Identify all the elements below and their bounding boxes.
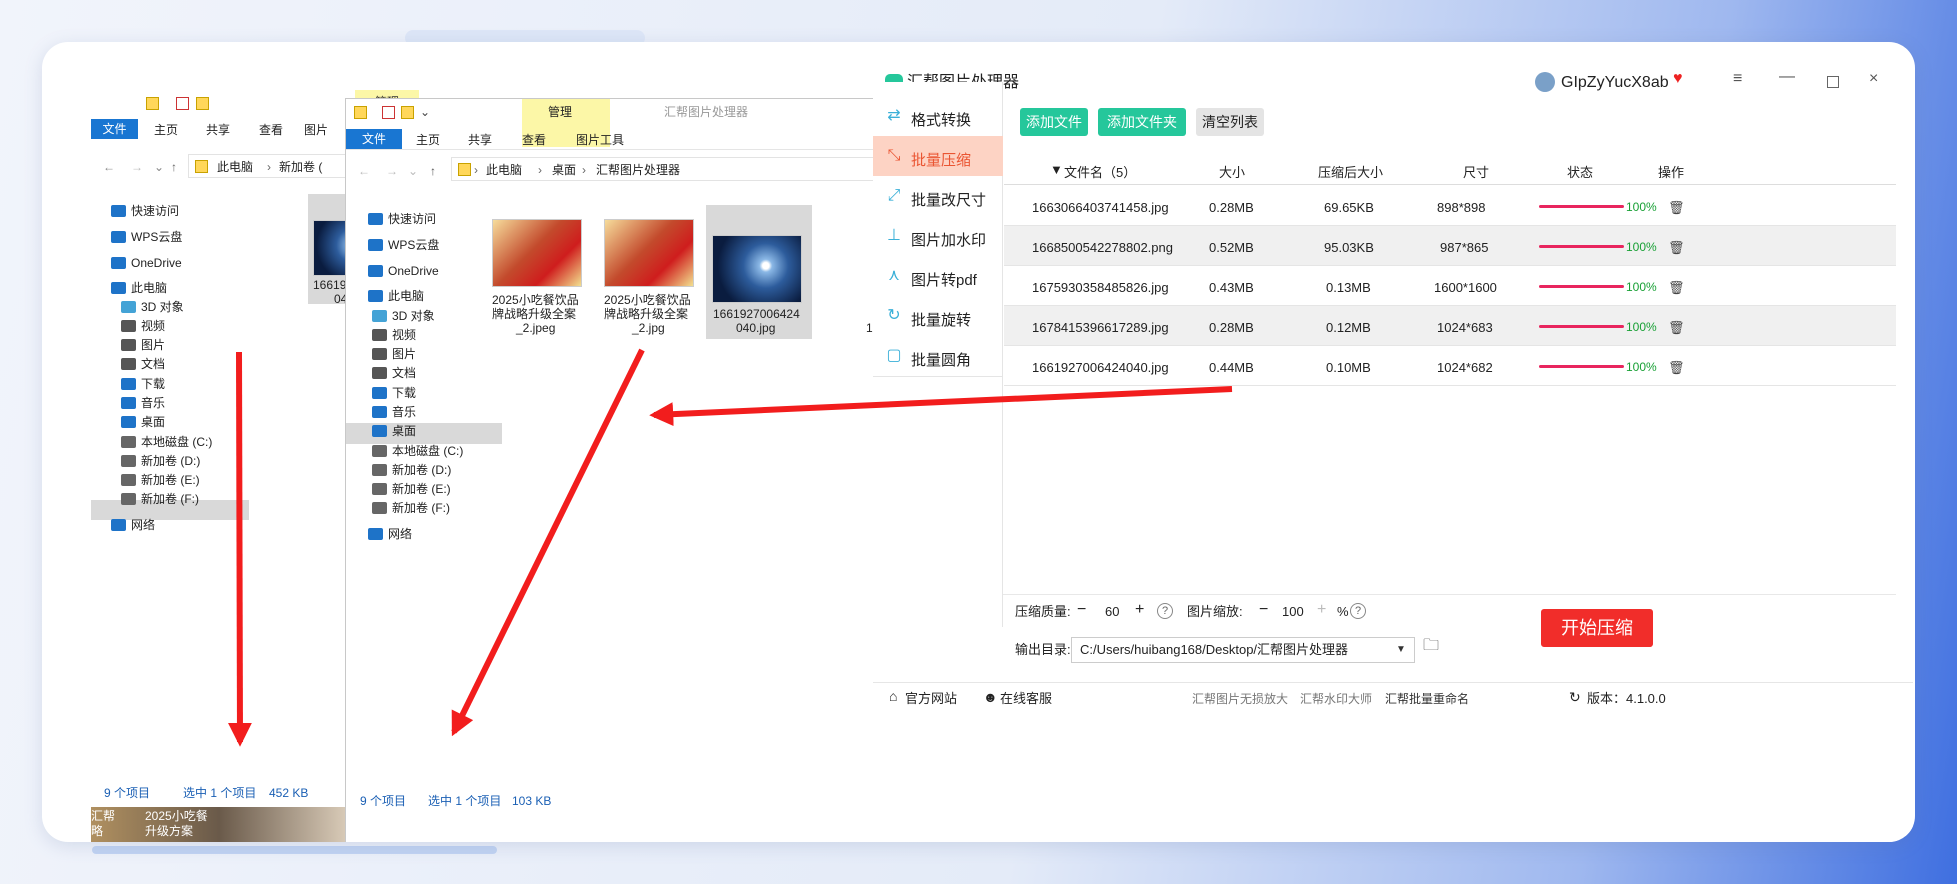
decorative-bar: [92, 846, 497, 854]
red-arrow-icon: [649, 386, 1233, 427]
red-arrow-icon: [451, 348, 645, 737]
annotation-arrows: [227, 348, 1233, 747]
screenshot-card: 管理 文件 主页 共享 查看 图片 ← → ⌄ ↑ 此电脑 › 新加卷 ( 快速…: [42, 42, 1915, 842]
red-arrow-icon: [227, 351, 252, 747]
